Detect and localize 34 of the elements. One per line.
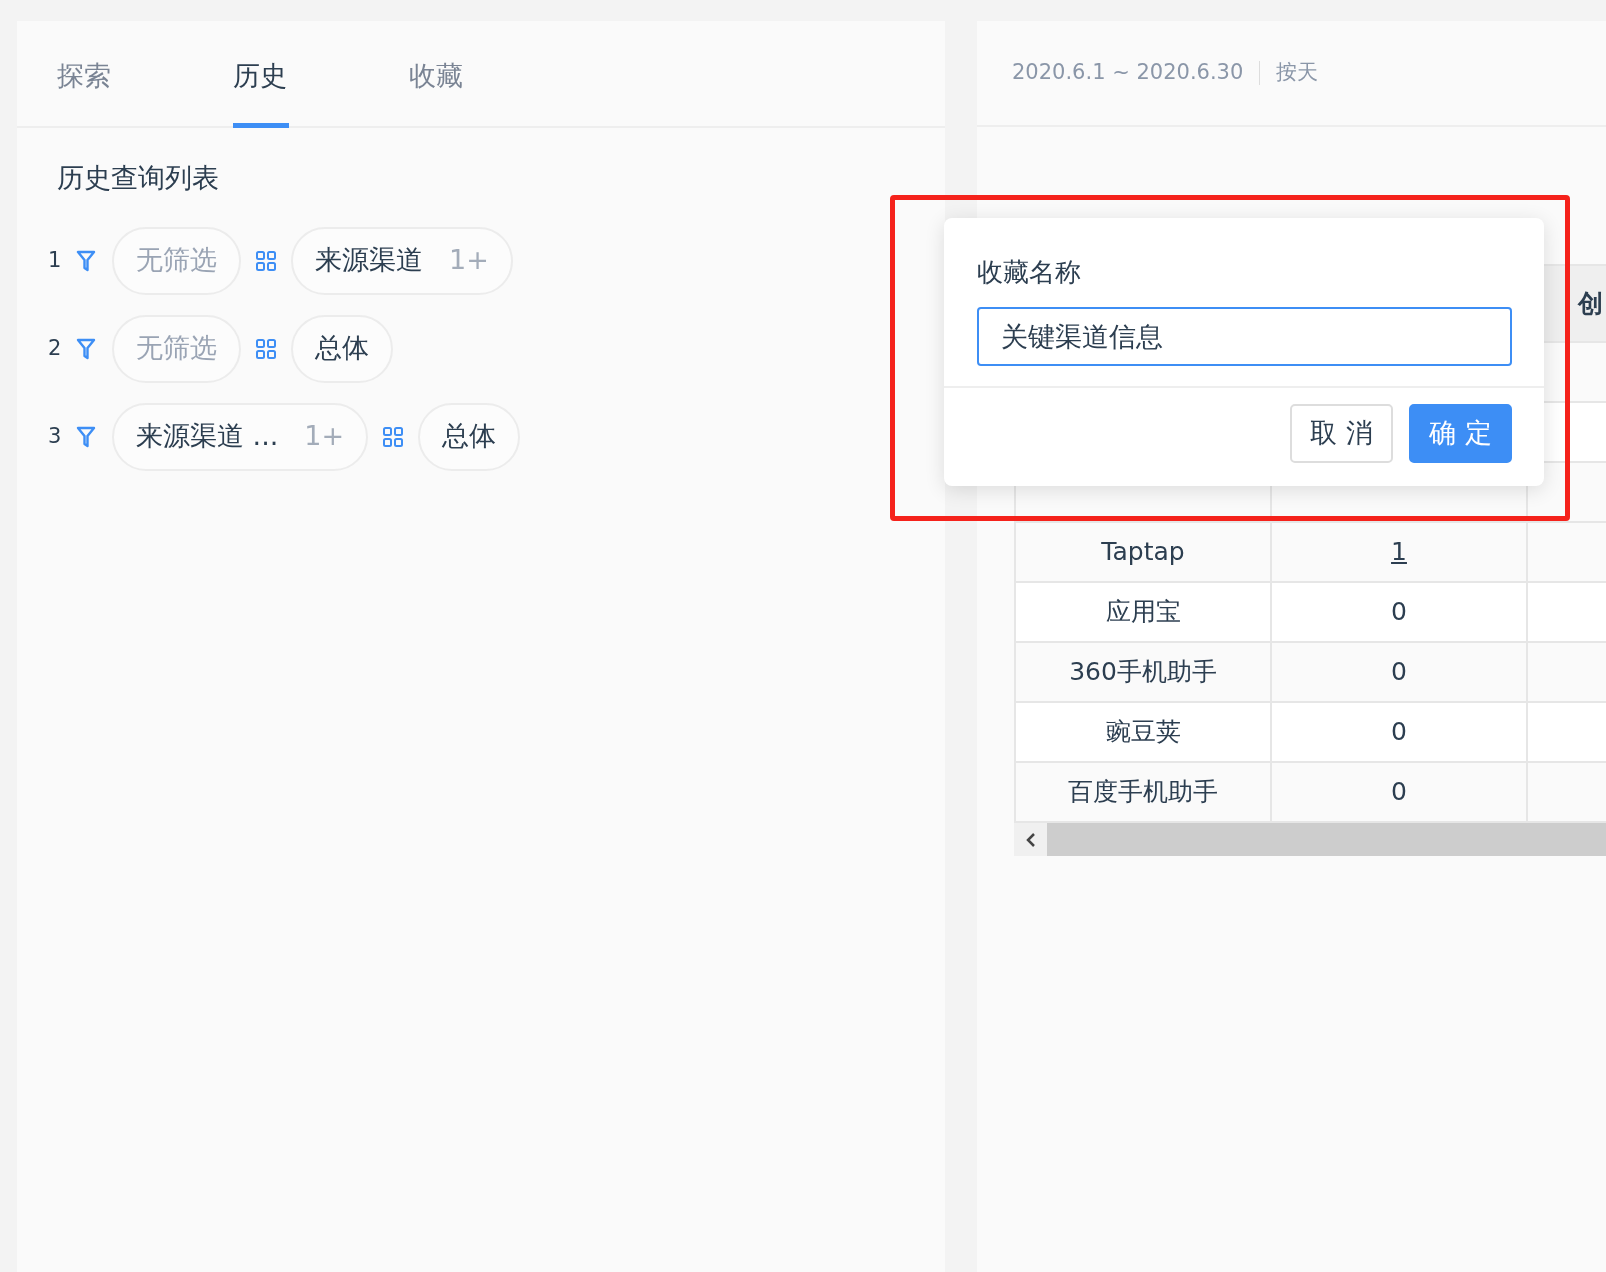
filter-icon: [76, 249, 96, 272]
input-field[interactable]: 关键渠道信息: [977, 307, 1512, 366]
grid-icon: [382, 425, 405, 448]
filter-icon: [76, 425, 96, 448]
table-cell: Taptap: [1015, 522, 1271, 582]
dimension-chip[interactable]: 总体: [418, 402, 521, 471]
dimension-chip[interactable]: 来源渠道 1+: [291, 226, 513, 295]
value-link[interactable]: 1: [1391, 537, 1407, 567]
count-label: 1+: [304, 419, 345, 454]
horizontal-scrollbar[interactable]: [1014, 823, 1606, 856]
field-label: 收藏名称: [976, 256, 1082, 289]
tab[interactable]: 收藏: [409, 21, 585, 126]
section-title: 历史查询列表: [57, 161, 220, 195]
table-cell: 百度手机助手: [1015, 762, 1271, 822]
filter-icon: [76, 337, 96, 360]
table-cell: 0: [1391, 717, 1407, 747]
table-cell: 0: [1391, 777, 1407, 807]
row-number: 3: [48, 422, 63, 450]
scroll-left-icon[interactable]: [1025, 832, 1036, 847]
tab[interactable]: 历史: [233, 21, 409, 126]
grid-icon: [255, 337, 277, 360]
cancel-button[interactable]: 取 消: [1290, 404, 1393, 463]
table-cell: 0: [1391, 657, 1407, 687]
tab[interactable]: 探索: [57, 21, 233, 126]
table-cell: 豌豆荚: [1015, 702, 1271, 762]
filter-chip[interactable]: 来源渠道 ... 1+: [112, 402, 369, 471]
dimension-chip[interactable]: 总体: [291, 314, 393, 383]
count-label: 1+: [449, 243, 489, 278]
table-cell: 360手机助手: [1015, 642, 1271, 702]
row-number: 2: [48, 334, 63, 362]
row-number: 1: [48, 246, 63, 274]
grid-icon: [255, 249, 277, 272]
table-cell: 应用宝: [1015, 582, 1271, 642]
table-cell: 0: [1391, 597, 1407, 627]
